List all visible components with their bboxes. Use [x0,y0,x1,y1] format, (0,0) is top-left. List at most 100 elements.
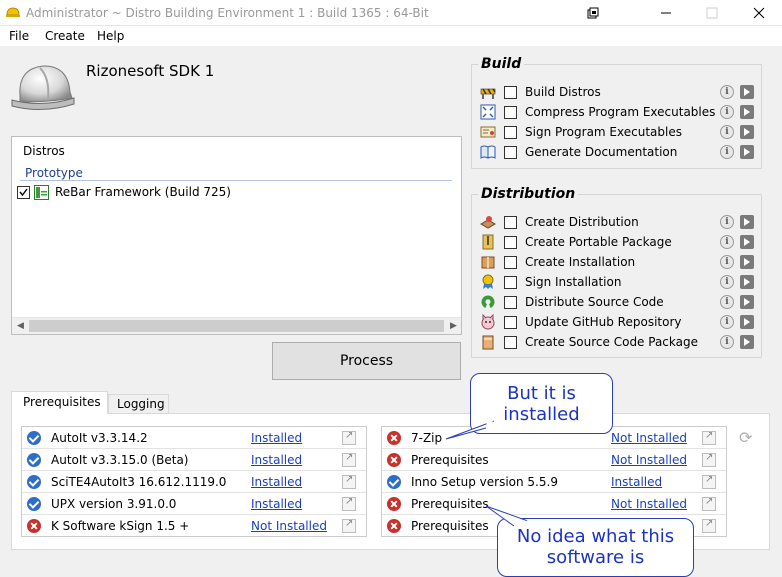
source-package-checkbox[interactable] [504,336,517,349]
menu-bar: File Create Help [0,26,782,46]
info-icon[interactable]: i [720,235,734,249]
not-installed-x-icon [387,519,401,533]
info-icon[interactable]: i [720,215,734,229]
create-installation-checkbox[interactable] [504,256,517,269]
open-link-icon[interactable] [342,452,356,467]
prereq-status-link[interactable]: Installed [251,475,302,489]
run-arrow-icon[interactable] [740,145,754,159]
close-icon [753,7,765,19]
open-link-icon[interactable] [342,518,356,533]
run-arrow-icon[interactable] [740,85,754,99]
distros-tree[interactable]: Distros Prototype ReBar Framework (Build… [11,136,462,335]
run-arrow-icon[interactable] [740,255,754,269]
minimize-button[interactable] [643,0,689,26]
book-icon [480,145,496,159]
not-installed-x-icon [387,453,401,467]
task-label: Compress Program Executables [525,105,716,119]
update-github-checkbox[interactable] [504,316,517,329]
open-link-icon[interactable] [342,496,356,511]
installed-check-icon [27,497,41,511]
window-title: Administrator ~ Distro Building Environm… [26,6,429,20]
prereq-name: Prerequisites [411,453,489,467]
open-link-icon[interactable] [702,474,716,489]
create-portable-checkbox[interactable] [504,236,517,249]
callout-tail [485,505,529,527]
run-arrow-icon[interactable] [740,105,754,119]
package-icon [480,216,496,229]
prereq-status-link[interactable]: Not Installed [611,453,687,467]
open-link-icon[interactable] [702,430,716,445]
create-distribution-checkbox[interactable] [504,216,517,229]
open-link-icon[interactable] [702,452,716,467]
open-link-icon[interactable] [702,518,716,533]
scroll-thumb[interactable] [29,320,444,332]
checkmark-icon [19,188,28,197]
info-icon[interactable]: i [720,85,734,99]
menu-create[interactable]: Create [45,29,85,43]
installed-check-icon [387,475,401,489]
build-distros-checkbox[interactable] [504,86,517,99]
prereq-status-link[interactable]: Installed [251,431,302,445]
scroll-left-icon[interactable]: ◀ [17,321,24,331]
run-arrow-icon[interactable] [740,215,754,229]
award-icon [482,274,494,289]
prereq-status-link[interactable]: Installed [251,453,302,467]
menu-file[interactable]: File [9,29,29,43]
open-link-icon[interactable] [702,496,716,511]
info-icon[interactable]: i [720,315,734,329]
title-bar: Administrator ~ Distro Building Environm… [0,0,782,26]
maximize-button[interactable] [689,0,735,26]
open-link-icon[interactable] [342,474,356,489]
open-link-icon[interactable] [342,430,356,445]
run-arrow-icon[interactable] [740,235,754,249]
restore-button[interactable] [570,0,616,26]
callout-line: software is [546,547,645,568]
task-update-github: Update GitHub Repository i [480,312,756,332]
prereq-status-link[interactable]: Not Installed [251,519,327,533]
run-arrow-icon[interactable] [740,315,754,329]
task-compress-executables: Compress Program Executables i [480,102,756,122]
menu-help[interactable]: Help [97,29,124,43]
refresh-icon[interactable]: ⟳ [739,428,752,447]
certificate-icon [480,126,496,138]
distribute-source-checkbox[interactable] [504,296,517,309]
tab-prerequisites[interactable]: Prerequisites [11,391,108,414]
prereq-status-link[interactable]: Installed [251,497,302,511]
table-row: Prerequisites Not Installed [382,449,726,471]
process-button[interactable]: Process [272,342,461,380]
sign-installation-checkbox[interactable] [504,276,517,289]
scroll-right-icon[interactable]: ▶ [450,321,457,331]
tab-logging[interactable]: Logging [108,394,169,414]
close-button[interactable] [736,0,782,26]
task-create-installation: Create Installation i [480,252,756,272]
info-icon[interactable]: i [720,275,734,289]
info-icon[interactable]: i [720,295,734,309]
not-installed-x-icon [387,431,401,445]
prereq-name: Inno Setup version 5.5.9 [411,475,558,489]
task-distribute-source: Distribute Source Code i [480,292,756,312]
info-icon[interactable]: i [720,105,734,119]
horizontal-scrollbar[interactable]: ◀ ▶ [12,317,461,334]
generate-docs-checkbox[interactable] [504,146,517,159]
prereq-status-link[interactable]: Installed [611,475,662,489]
distribution-group: Distribution Create Distribution i Creat… [471,186,762,358]
info-icon[interactable]: i [720,145,734,159]
info-icon[interactable]: i [720,125,734,139]
sign-executables-checkbox[interactable] [504,126,517,139]
zip-icon [482,234,494,250]
run-arrow-icon[interactable] [740,275,754,289]
distribution-group-title: Distribution [478,186,579,202]
info-icon[interactable]: i [720,335,734,349]
prereq-name: Prerequisites [411,497,489,511]
run-arrow-icon[interactable] [740,125,754,139]
prereq-status-link[interactable]: Not Installed [611,497,687,511]
task-source-package: Create Source Code Package i [480,332,756,352]
info-icon[interactable]: i [720,255,734,269]
distro-checkbox[interactable] [17,186,30,199]
compress-checkbox[interactable] [504,106,517,119]
callout-line: But it is [507,383,576,404]
run-arrow-icon[interactable] [740,335,754,349]
prereq-status-link[interactable]: Not Installed [611,431,687,445]
compress-icon [480,104,496,120]
run-arrow-icon[interactable] [740,295,754,309]
